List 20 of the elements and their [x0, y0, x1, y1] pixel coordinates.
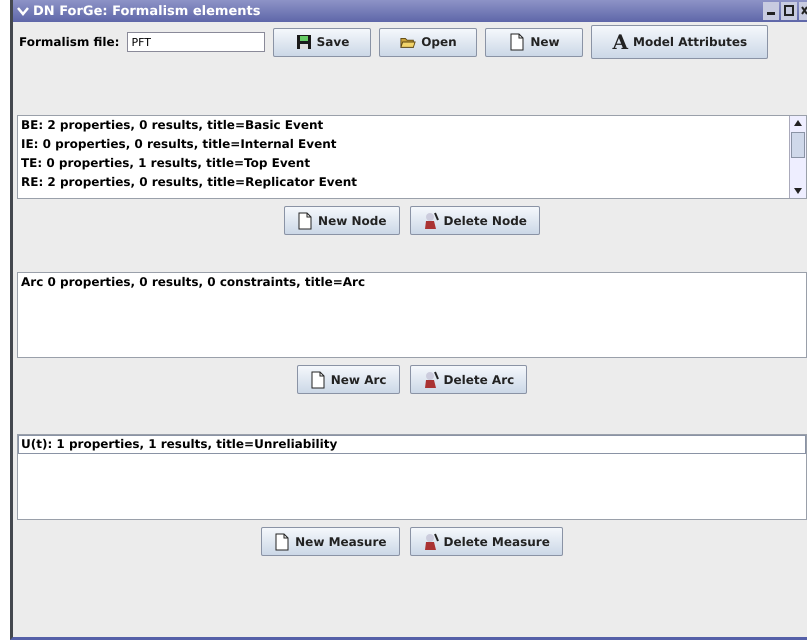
new-button[interactable]: New Arc [296, 365, 400, 394]
delete-button[interactable]: Delete Node [410, 206, 540, 235]
letter-a-icon: A [612, 30, 628, 54]
toolbar-button[interactable]: New [485, 28, 584, 56]
new-button[interactable]: New Measure [261, 527, 400, 556]
window-title: DN ForGe: Formalism elements [33, 4, 262, 18]
list-item[interactable]: Arc 0 properties, 0 results, 0 constraints, title=Arc [18, 273, 806, 292]
formalism-file-field[interactable]: PFT [127, 32, 266, 52]
list-item[interactable]: TE: 0 properties, 1 results, title=Top Event [18, 154, 789, 173]
list-item[interactable]: IE: 0 properties, 0 results, title=Internal Event [18, 135, 789, 154]
list-item[interactable]: BE: 2 properties, 0 results, title=Basic Event [18, 116, 789, 135]
list-item[interactable]: U(t): 1 properties, 1 results, title=Unreliability [18, 435, 806, 454]
toolbar-button[interactable]: Open [379, 28, 478, 56]
field-label: Formalism file: [19, 35, 120, 49]
delete-button[interactable]: Delete Measure [410, 527, 563, 556]
list-item[interactable]: RE: 2 properties, 0 results, title=Replicator Event [18, 173, 789, 192]
delete-button[interactable]: Delete Arc [410, 365, 528, 394]
toolbar-button[interactable]: A Model Attributes [591, 25, 768, 59]
new-button[interactable]: New Node [284, 206, 400, 235]
toolbar-button[interactable]: Save [273, 28, 372, 56]
